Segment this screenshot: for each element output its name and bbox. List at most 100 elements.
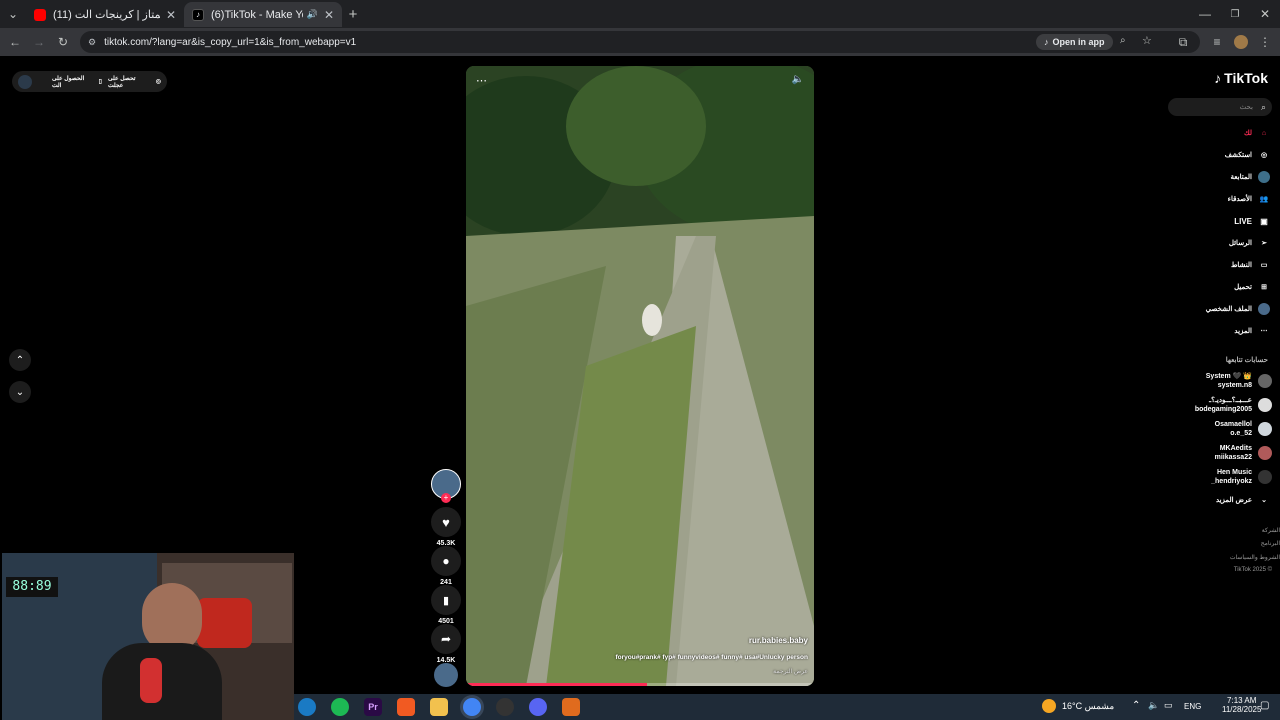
nav-more[interactable]: المزيد ⋯ [1234,324,1270,338]
live-icon: ▣ [1260,216,1268,226]
follow-plus-icon[interactable]: + [441,493,451,503]
obs-icon[interactable] [496,698,514,716]
share-button[interactable]: ➦ 14.5K [431,624,461,664]
forward-icon[interactable]: → [30,33,48,51]
account-name: MKAedits [1219,445,1252,452]
nav-upload[interactable]: تحميل ⊞ [1234,280,1270,294]
edge-icon[interactable] [298,698,316,716]
nav-friends[interactable]: الأصدقاء 👥 [1228,192,1270,206]
speaker-icon[interactable]: 🔈 [1148,700,1159,711]
close-window-icon[interactable]: ✕ [1256,5,1274,23]
chevron-up-icon: ⌃ [15,354,25,366]
notification-icon[interactable]: ▢ [1260,700,1269,711]
tab-strip: ⌄ (11) السيت الممتاز | كرينجات الت ✕ ♪ (… [0,0,1280,28]
footer-link[interactable]: الشركة [1262,527,1280,534]
chevron-down-icon: ⌄ [1261,497,1267,504]
video-player[interactable]: ⋯ 🔈 rur.babies.baby foryou#prank# fyp# f… [466,66,814,686]
avatar[interactable] [18,74,32,89]
home-icon: ⌂ [1261,129,1267,137]
reload-icon[interactable]: ↻ [54,33,72,51]
brave-icon[interactable] [397,698,415,716]
close-icon[interactable]: ✕ [166,8,176,22]
followed-account[interactable]: عـــبــ؟ـــوديـ؟ـ bodegaming2005 [1195,396,1272,414]
get-app-link[interactable]: تحصل على عجلت [108,75,150,89]
weather-text[interactable]: 16°C مشمس [1062,701,1114,712]
previous-video-button[interactable]: ⌃ [9,349,31,371]
nav-activity[interactable]: النشاط ▭ [1231,258,1270,272]
chrome-icon[interactable] [463,698,481,716]
spotify-icon[interactable] [331,698,349,716]
site-info-icon[interactable]: ⚙ [88,37,96,48]
followed-account[interactable]: Osamaellol o.e_52 [1215,420,1272,438]
weather-icon[interactable] [1042,699,1056,713]
open-in-app-button[interactable]: ♪ Open in app [1036,34,1113,50]
search-icon[interactable]: ⌕ [1261,102,1266,113]
author-avatar-button[interactable]: + [431,469,461,503]
followed-account[interactable]: Hen Music _hendriyokz [1211,468,1272,486]
discord-icon[interactable] [529,698,547,716]
footer-link[interactable]: البرنامج [1261,540,1280,547]
see-more-button[interactable]: عرض المزيد ⌄ [1216,493,1270,507]
translate-link[interactable]: عرض الترجمة [773,668,808,675]
network-icon[interactable]: ▭ [1164,700,1173,711]
tab-search-icon[interactable]: ⌄ [4,5,22,23]
get-coins-link[interactable]: الحصول على الت [52,75,93,89]
volume-icon[interactable]: 🔈 [792,74,804,85]
like-button[interactable]: ♥ 45.3K [431,507,461,547]
next-video-button[interactable]: ⌄ [9,381,31,403]
nav-live[interactable]: LIVE ▣ [1234,214,1270,228]
nav-explore[interactable]: استكشف ◎ [1225,148,1270,162]
see-more-label: عرض المزيد [1215,497,1252,504]
tab-tiktok[interactable]: ♪ (6)TikTok - Make Your Day 🔊 ✕ [184,2,342,27]
avatar [1258,374,1272,388]
chevron-down-icon: ⌄ [15,386,25,398]
clock-decoration: 88:89 [6,577,58,597]
compass-icon: ◎ [1260,152,1268,159]
logo-text: TikTok [1224,70,1268,86]
file-explorer-icon[interactable] [430,698,448,716]
restore-icon[interactable]: ❐ [1226,5,1244,23]
tab-title: (6)TikTok - Make Your Day [211,8,303,21]
nav-following[interactable]: المتابعة [1231,170,1270,184]
back-icon[interactable]: ← [6,33,24,51]
address-bar[interactable]: ⚙ tiktok.com/?lang=ar&is_copy_url=1&is_f… [80,31,1200,53]
clock-date: 11/28/2025 [1222,705,1262,714]
language-indicator[interactable]: ENG [1184,702,1201,711]
save-button[interactable]: ▮ 4501 [431,585,461,625]
reading-list-icon[interactable]: ≡ [1208,33,1226,51]
bookmark-star-icon[interactable]: ☆ [1142,34,1152,47]
followed-account[interactable]: MKAedits miikassa22 [1215,444,1272,462]
comment-button[interactable]: ● 241 [431,546,461,586]
nav-for-you[interactable]: لك ⌂ [1244,126,1270,140]
minimize-icon[interactable]: — [1196,5,1214,23]
progress-bar[interactable] [466,683,814,686]
close-icon[interactable]: ✕ [324,8,334,22]
clock[interactable]: 7:13 AM 11/28/2025 [1222,696,1261,714]
more-options-icon[interactable]: ⋯ [476,74,487,87]
tiktok-logo[interactable]: ♪ TikTok [1214,70,1268,86]
profile-avatar[interactable] [1232,33,1250,51]
check-icon: ◎ [155,79,161,85]
menu-icon[interactable]: ⋮ [1256,33,1274,51]
nav-profile[interactable]: الملف الشخصي [1206,302,1270,316]
zoom-icon[interactable]: ⌕ [1120,35,1126,46]
speaker-icon[interactable]: 🔊 [307,9,318,20]
share-icon: ➦ [440,632,452,646]
app-icon[interactable] [562,698,580,716]
extensions-icon[interactable]: ⧉ [1174,33,1192,51]
video-author[interactable]: rur.babies.baby [749,636,808,645]
nav-label: المتابعة [1230,174,1252,181]
nav-messages[interactable]: الرسائل ➢ [1229,236,1270,250]
friends-icon: 👥 [1259,196,1269,203]
footer-link[interactable]: الشروط والسياسات [1230,554,1280,561]
tab-youtube[interactable]: (11) السيت الممتاز | كرينجات الت ✕ [26,2,184,27]
premiere-icon[interactable]: Pr [364,698,382,716]
followed-account[interactable]: System 🖤 👑 system.n8 [1206,372,1272,390]
bookmark-icon: ▮ [442,594,450,607]
new-tab-button[interactable]: + [344,5,362,23]
upload-icon: ⊞ [1261,284,1267,291]
sound-avatar-button[interactable] [431,663,461,687]
search-input[interactable]: بحث ⌕ [1168,98,1272,116]
chevron-up-icon[interactable]: ⌃ [1132,700,1140,711]
coin-icon: ▯ [98,79,102,85]
